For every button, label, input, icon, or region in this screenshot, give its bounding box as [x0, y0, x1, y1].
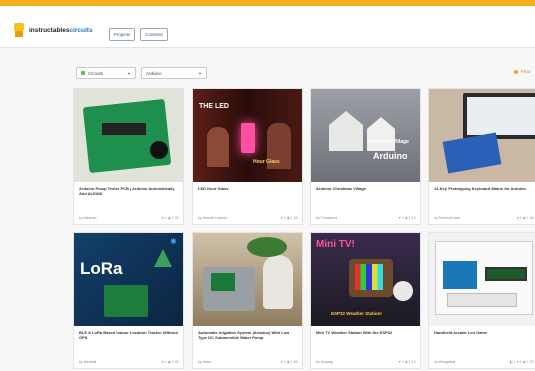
card-title[interactable]: Arduino Pump Tester PCB | Arduino Automa…: [79, 186, 179, 196]
card-footer: by Hann ♥ 1 ◉ 1.5K: [198, 360, 298, 364]
category-select[interactable]: Circuits ▼: [76, 67, 136, 79]
card-title[interactable]: BLE & LoRa Based Indoor Location Tracker…: [79, 330, 179, 340]
card-stats: ♥ 1 ◉ 1.1K: [398, 216, 416, 220]
thumbnail-caption: Christmas Village: [367, 139, 409, 145]
card-author[interactable]: by Wedgeleaf: [434, 360, 455, 364]
featured-label: Feat: [521, 69, 531, 74]
chevron-down-icon: ▼: [127, 71, 131, 76]
channel-select-value: Arduino: [146, 70, 162, 76]
card-title[interactable]: LED Hour Glass: [198, 186, 298, 191]
robot-logo-icon: [12, 21, 26, 39]
thumbnail-caption: LoRa: [80, 259, 123, 278]
thumbnail-subcaption: Hour Glass: [253, 159, 280, 165]
category-select-value: Circuits: [88, 70, 104, 76]
site-logo[interactable]: instructablescircuits: [12, 21, 93, 39]
chevron-down-icon: ▼: [198, 71, 202, 76]
card-footer: by Wedgeleaf ◧ 1 ♥ 1 ◉ 1.2K: [434, 360, 534, 364]
project-card[interactable]: THE LED Hour Glass LED Hour Glass by Her…: [192, 88, 303, 225]
card-author[interactable]: by Jhosaig: [316, 360, 333, 364]
card-stats: ♥ 1 ◉ 1.5K: [516, 216, 534, 220]
card-stats: ♥ 1 ◉ 1.3K: [161, 216, 179, 220]
project-thumbnail[interactable]: ✱ LoRa: [74, 233, 183, 326]
contests-button[interactable]: Contests: [140, 28, 168, 41]
project-card[interactable]: Arduino Pump Tester PCB | Arduino Automa…: [73, 88, 184, 225]
project-thumbnail[interactable]: Christmas Village Arduino: [311, 89, 420, 182]
featured-icon: [514, 69, 518, 74]
card-title[interactable]: Handheld Arcade Led Game: [434, 330, 534, 335]
card-footer: by Jhosaig ♥ 1 ◉ 1.1K: [316, 360, 416, 364]
thumbnail-caption: THE LED: [199, 103, 229, 110]
project-card[interactable]: Automatic Irrigation System (Arduino) Wi…: [192, 232, 303, 369]
thumbnail-caption: Mini TV!: [316, 239, 355, 250]
card-author[interactable]: by Hann: [198, 360, 211, 364]
project-thumbnail[interactable]: [429, 233, 535, 326]
project-card[interactable]: Mini TV! ESP32 Weather Station! Mini TV …: [310, 232, 421, 369]
project-card[interactable]: Handheld Arcade Led Game by Wedgeleaf ◧ …: [428, 232, 535, 369]
project-card[interactable]: 14-Key Prototyping Keyboard Matrix for A…: [428, 88, 535, 225]
card-author[interactable]: by Wendall: [79, 360, 96, 364]
project-thumbnail[interactable]: [74, 89, 183, 182]
card-title[interactable]: Mini TV Weather Station With the ESP32: [316, 330, 416, 335]
card-title[interactable]: 14-Key Prototyping Keyboard Matrix for A…: [434, 186, 534, 191]
card-stats: ◧ 1 ♥ 1 ◉ 1.2K: [509, 360, 534, 364]
category-color-icon: [81, 71, 85, 75]
card-footer: by Hernati Ladoriu ♥ 1 ◉ 1.3K: [198, 216, 298, 220]
brand-name-part1: instructables: [29, 26, 70, 34]
project-thumbnail[interactable]: [429, 89, 535, 182]
card-footer: by Wendall ♥ 1 ◉ 1.4K: [79, 360, 179, 364]
card-footer: by Transcend ♥ 1 ◉ 1.1K: [316, 216, 416, 220]
card-author[interactable]: by Transcend: [316, 216, 337, 220]
brand-name-part2: circuits: [69, 26, 93, 34]
site-header: instructablescircuits Projects Contests: [0, 6, 535, 48]
featured-filter[interactable]: Feat: [514, 69, 530, 74]
card-stats: ♥ 1 ◉ 1.4K: [161, 360, 179, 364]
card-author[interactable]: by TechnoCrowd: [434, 216, 460, 220]
card-footer: by TechnoCrowd ♥ 1 ◉ 1.5K: [434, 216, 534, 220]
card-title[interactable]: Arduino Christmas Village: [316, 186, 416, 191]
card-stats: ♥ 1 ◉ 1.1K: [398, 360, 416, 364]
card-stats: ♥ 1 ◉ 1.3K: [280, 216, 298, 220]
card-author[interactable]: by Akbarrin: [79, 216, 97, 220]
project-thumbnail[interactable]: [193, 233, 302, 326]
project-card[interactable]: Christmas Village Arduino Arduino Christ…: [310, 88, 421, 225]
card-author[interactable]: by Hernati Ladoriu: [198, 216, 227, 220]
project-thumbnail[interactable]: THE LED Hour Glass: [193, 89, 302, 182]
card-footer: by Akbarrin ♥ 1 ◉ 1.3K: [79, 216, 179, 220]
thumbnail-subcaption: Arduino: [373, 151, 408, 161]
projects-button[interactable]: Projects: [109, 28, 135, 41]
thumbnail-subcaption: ESP32 Weather Station!: [331, 311, 382, 316]
card-stats: ♥ 1 ◉ 1.5K: [280, 360, 298, 364]
card-title[interactable]: Automatic Irrigation System (Arduino) Wi…: [198, 330, 298, 340]
bluetooth-icon: ✱: [170, 237, 177, 246]
channel-select[interactable]: Arduino ▼: [141, 67, 207, 79]
project-thumbnail[interactable]: Mini TV! ESP32 Weather Station!: [311, 233, 420, 326]
brand-name: instructablescircuits: [29, 27, 93, 34]
project-card[interactable]: ✱ LoRa BLE & LoRa Based Indoor Location …: [73, 232, 184, 369]
